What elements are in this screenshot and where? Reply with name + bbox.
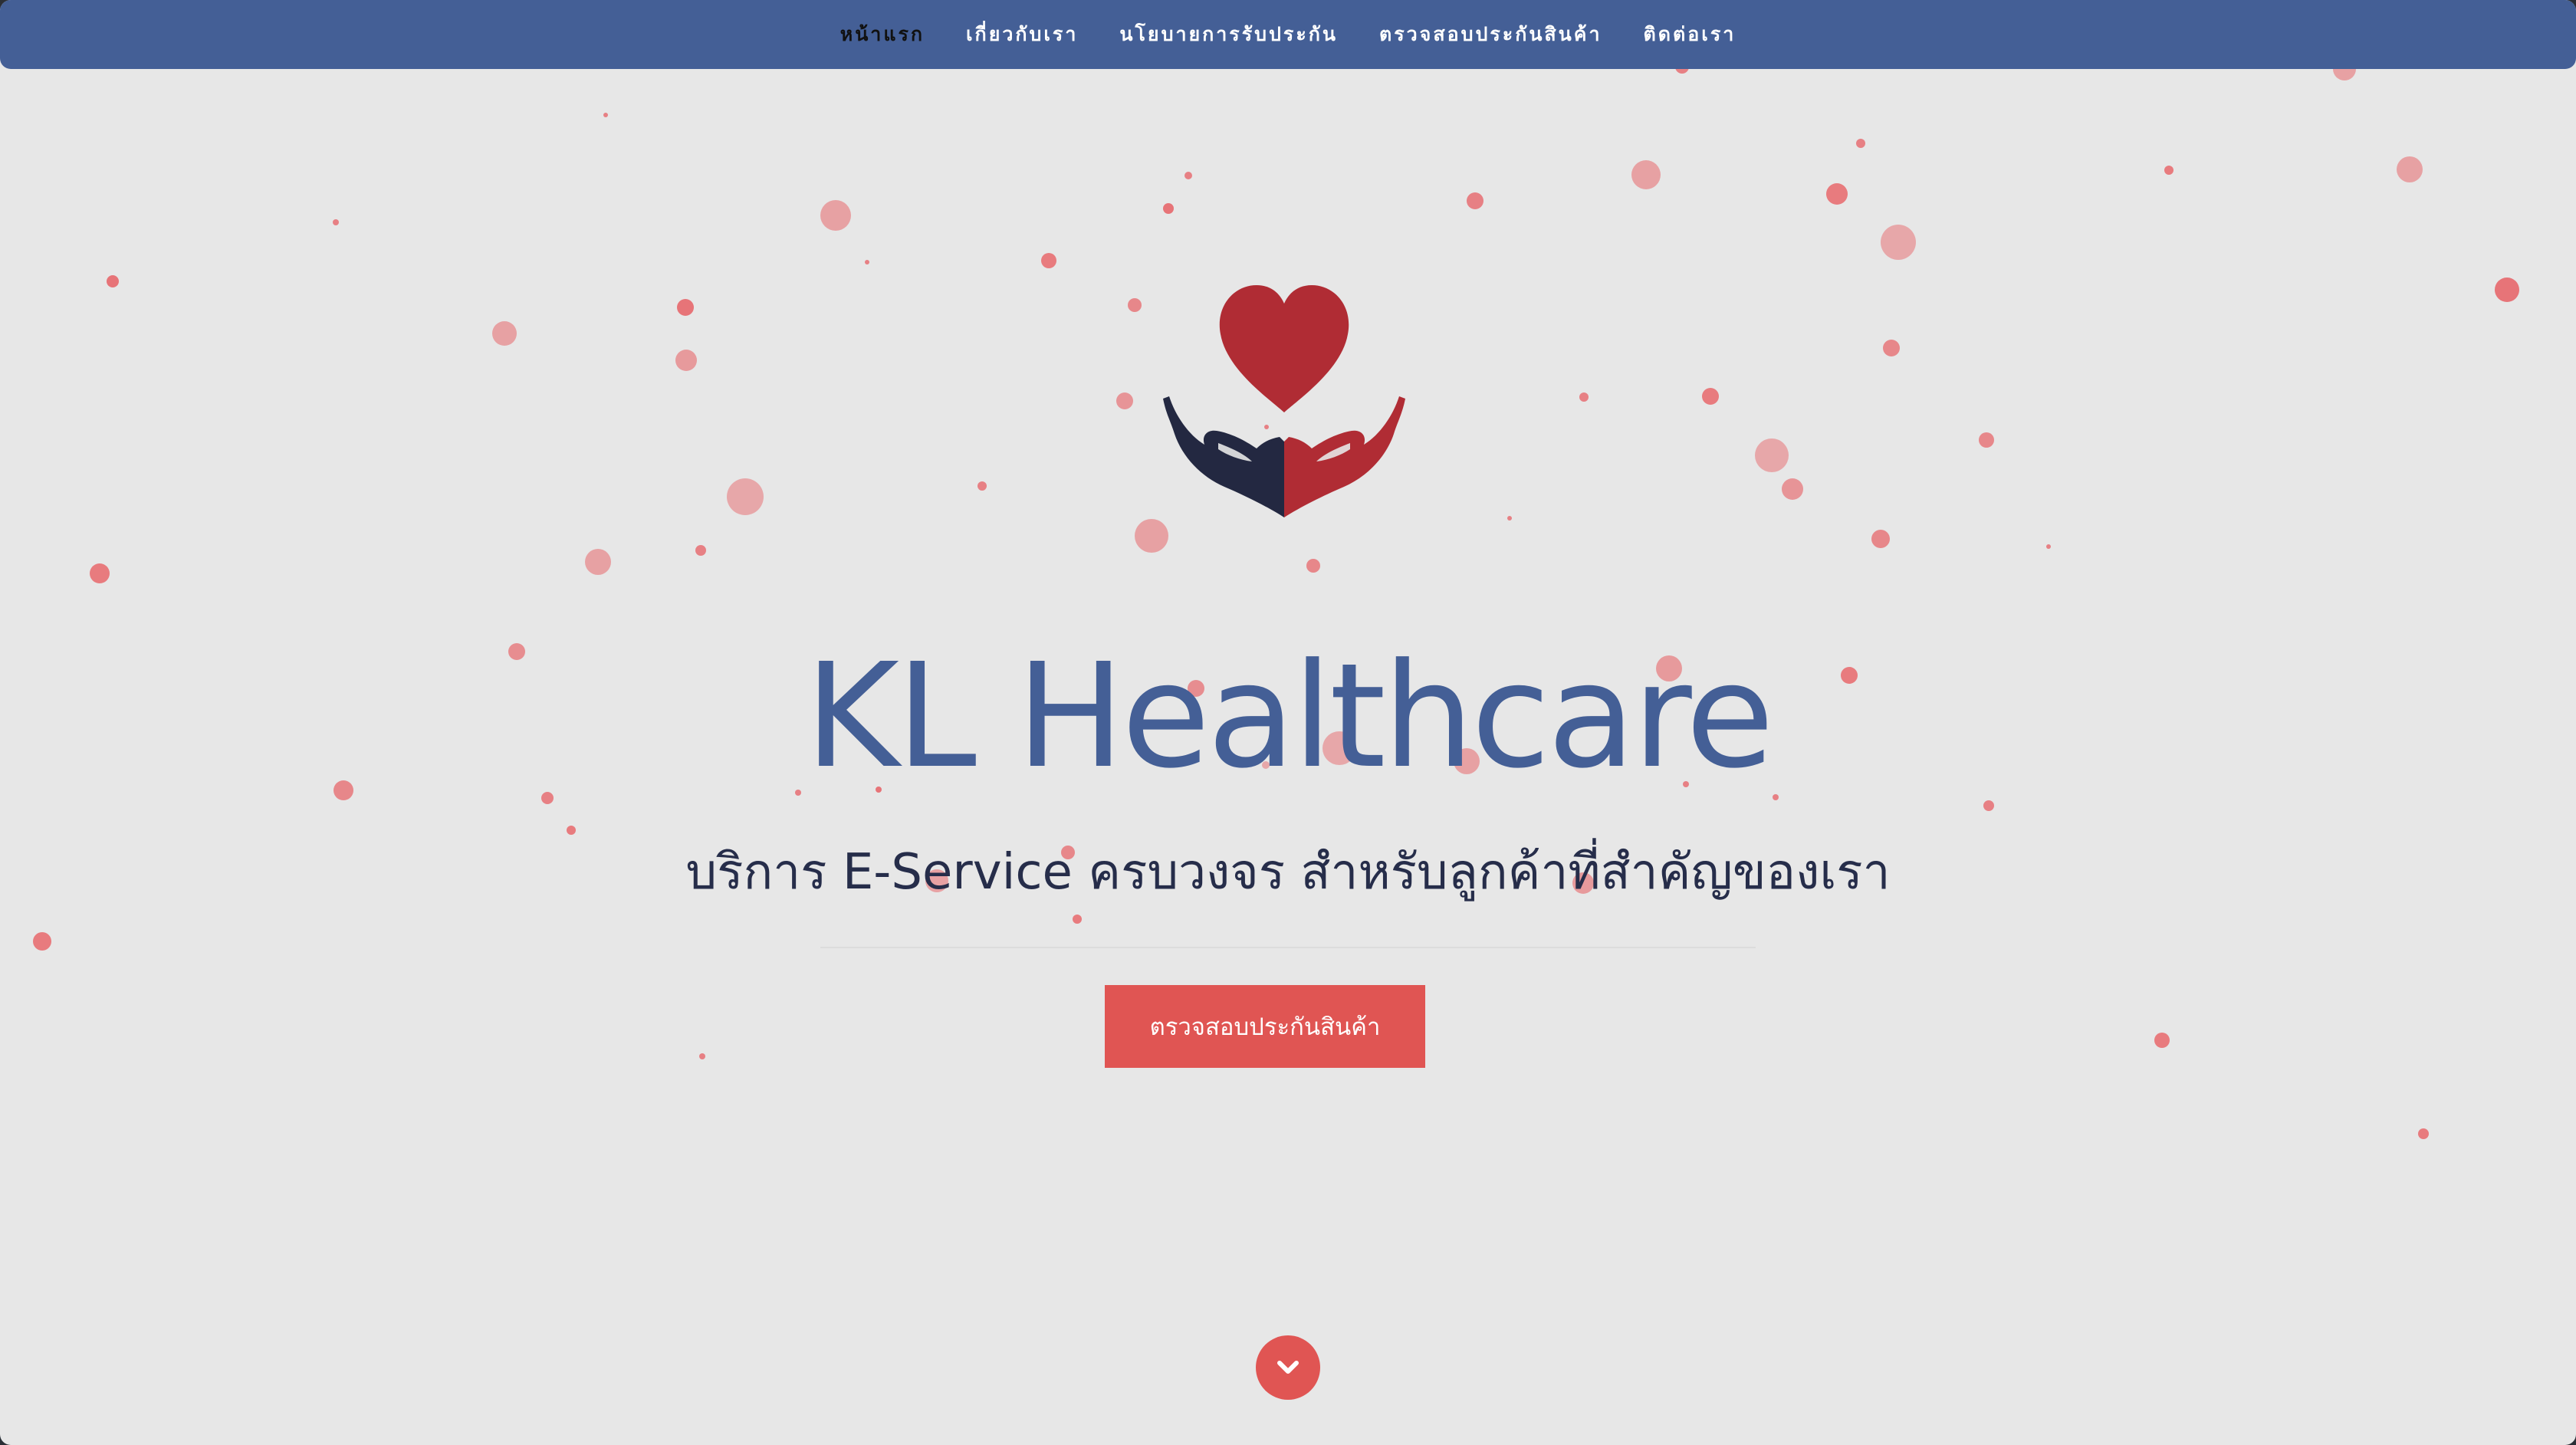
nav-item-home[interactable]: หน้าแรก [840,19,925,50]
particle-dot [2397,156,2423,182]
particle-dot [1306,559,1320,573]
particle-dot [492,321,517,346]
particle-dot [107,275,119,287]
particle-dot [1631,160,1661,189]
left-hand-shape [1163,396,1284,517]
particle-dot [1116,392,1133,409]
particle-dot [1128,298,1142,312]
particle-dot [865,260,869,264]
nav-item-warranty-policy[interactable]: นโยบายการรับประกัน [1119,19,1338,50]
particle-dot [2495,278,2519,302]
particle-dot [90,563,110,583]
heart-shape [1219,285,1349,412]
chevron-down-icon [1277,1361,1299,1374]
particle-dot [695,545,706,556]
particle-dot [1881,225,1916,260]
particle-dot [567,826,576,835]
particle-dot [1073,915,1082,924]
particle-dot [2164,166,2174,175]
particle-dot [33,932,51,951]
particle-dot [1135,519,1168,553]
top-navbar: หน้าแรก เกี่ยวกับเรา นโยบายการรับประกัน … [0,0,2576,69]
particle-dot [1041,253,1056,268]
particle-dot [1755,438,1789,472]
nav-item-contact[interactable]: ติดต่อเรา [1644,19,1737,50]
scroll-down-button[interactable] [1256,1335,1320,1400]
particle-dot [1871,530,1890,548]
particle-dot [585,549,611,575]
page: หน้าแรก เกี่ยวกับเรา นโยบายการรับประกัน … [0,0,2576,1445]
particle-dot [1184,172,1192,179]
particle-dot [1163,203,1174,214]
check-warranty-button[interactable]: ตรวจสอบประกันสินค้า [1105,985,1425,1068]
particle-dot [1856,139,1865,148]
heart-in-hands-icon [1163,285,1405,517]
particle-dot [820,200,851,231]
hero-divider [820,947,1756,948]
particle-dot [699,1053,705,1059]
particle-dot [1983,800,1994,811]
particle-dot [675,350,697,371]
particle-dot [2046,544,2051,549]
particle-dot [1883,340,1900,356]
particle-dot [603,113,608,117]
hero-subtitle: บริการ E-Service ครบวงจร สำหรับลูกค้าที่… [685,844,1891,901]
particle-dot [1782,478,1803,500]
particle-dot [978,481,987,491]
particle-dot [2154,1033,2170,1048]
nav-item-about[interactable]: เกี่ยวกับเรา [966,19,1078,50]
particle-dot [727,478,764,515]
right-hand-shape [1284,396,1405,517]
particle-dot [1579,392,1589,402]
particle-dot [1826,183,1848,205]
particle-dot [1507,516,1512,521]
hero-title: KL Healthcare [804,632,1775,800]
particle-dot [1702,388,1719,405]
particle-dot [677,299,694,316]
particle-dot [2418,1128,2429,1139]
particle-dot [333,219,339,225]
particle-dot [1467,192,1484,209]
particle-dot [1979,432,1994,448]
nav-item-check-warranty[interactable]: ตรวจสอบประกันสินค้า [1379,19,1602,50]
